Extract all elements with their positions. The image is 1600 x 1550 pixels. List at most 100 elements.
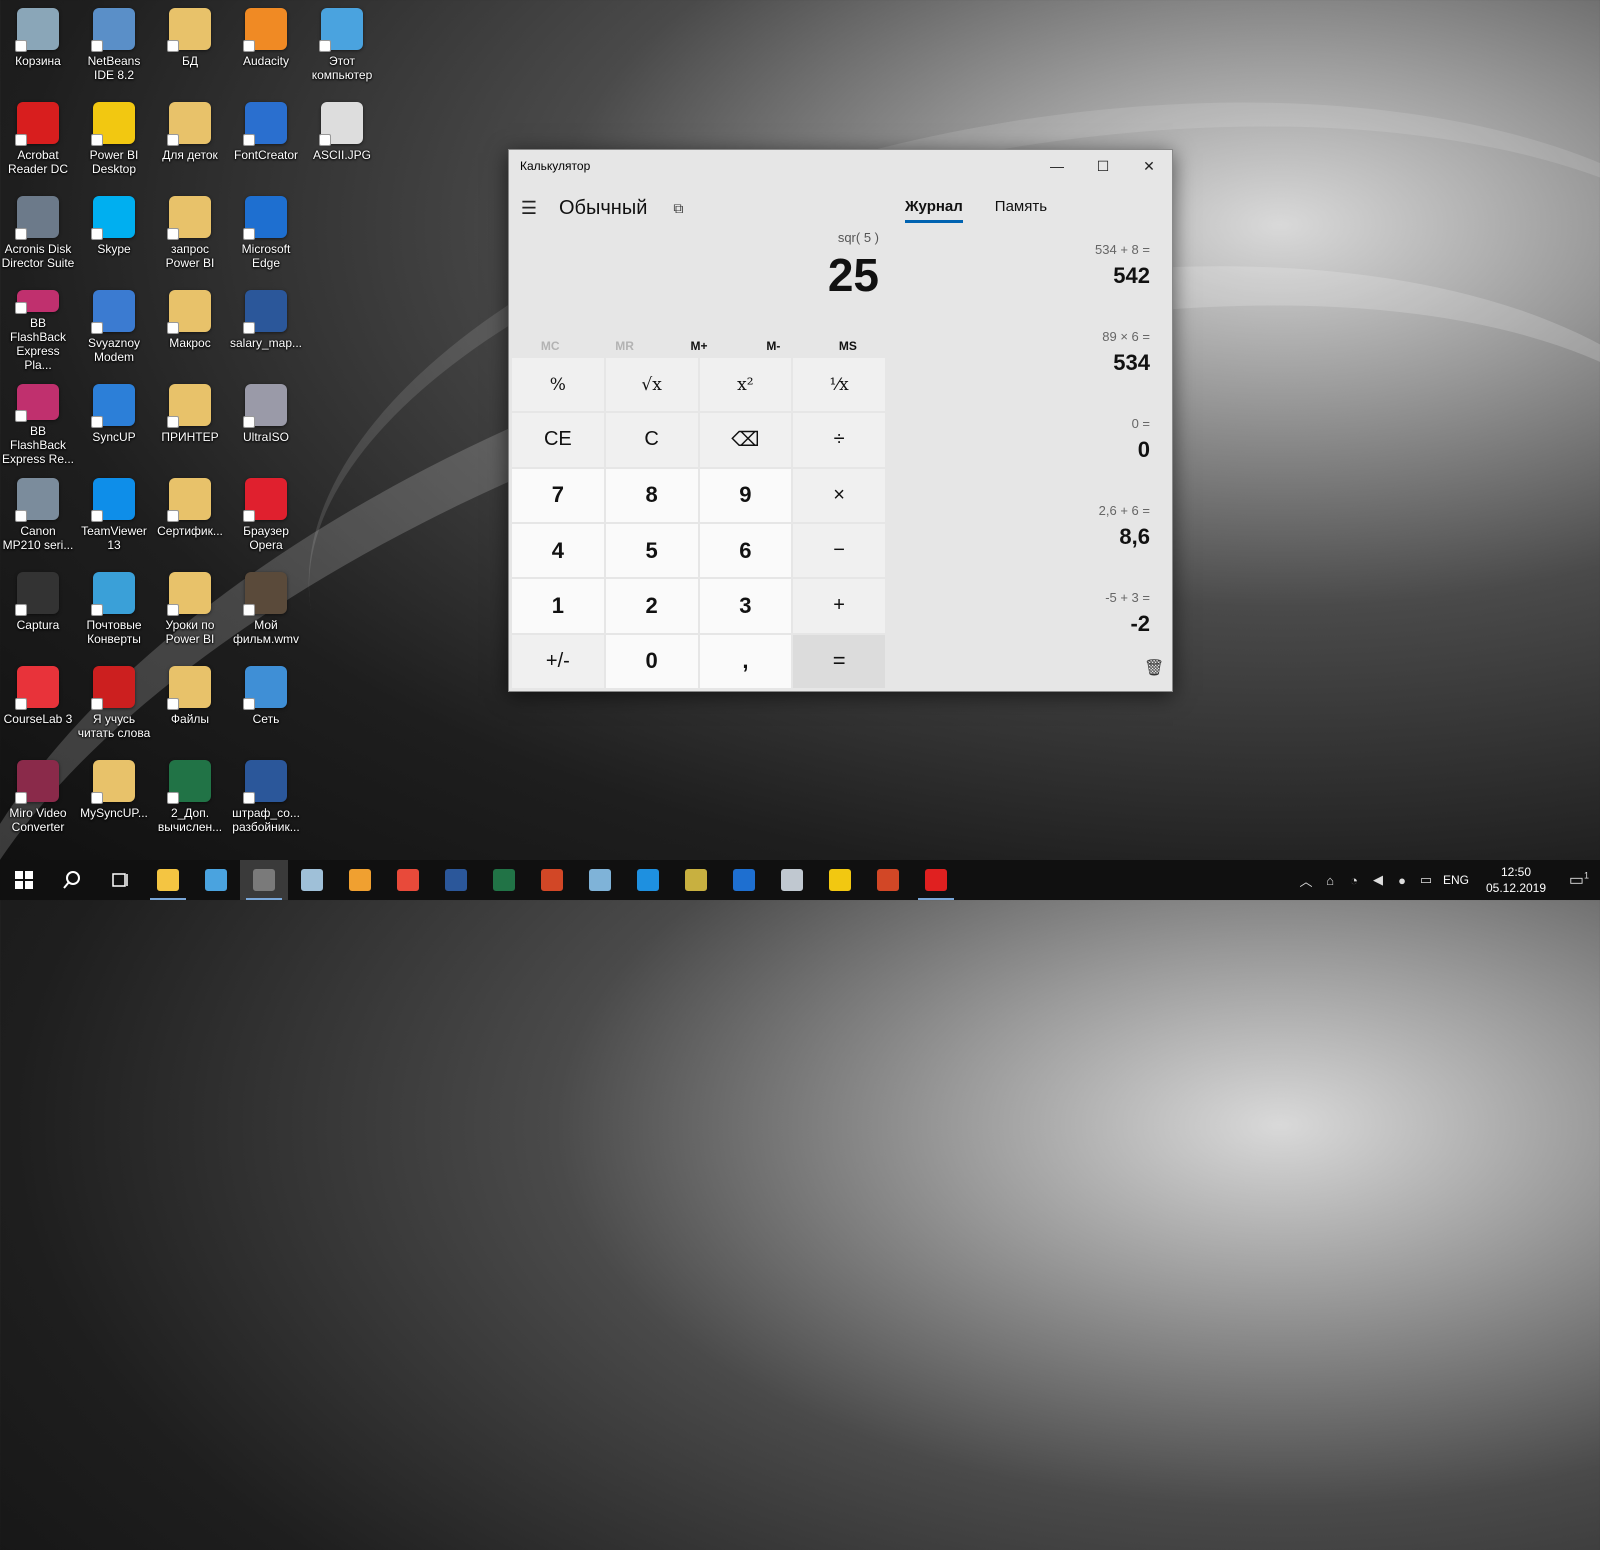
menu-icon[interactable]: ☰ bbox=[509, 198, 549, 219]
desktop-icon[interactable]: NetBeans IDE 8.2 bbox=[77, 2, 151, 90]
add-key[interactable]: + bbox=[793, 579, 885, 633]
desktop-icon[interactable]: Microsoft Edge bbox=[229, 190, 303, 278]
divide-key[interactable]: ÷ bbox=[793, 413, 885, 467]
digit-6-key[interactable]: 6 bbox=[699, 523, 792, 578]
desktop-icon[interactable]: BB FlashBack Express Re... bbox=[1, 378, 75, 466]
search-button[interactable] bbox=[48, 860, 96, 900]
decimal-key[interactable]: , bbox=[699, 634, 792, 688]
taskbar-app-button[interactable] bbox=[144, 860, 192, 900]
desktop-icon[interactable]: ASCII.JPG bbox=[305, 96, 379, 184]
desktop-icon[interactable]: MySyncUP... bbox=[77, 754, 151, 842]
desktop-icon[interactable]: Браузер Opera bbox=[229, 472, 303, 560]
taskbar-app-button[interactable] bbox=[720, 860, 768, 900]
desktop-icon[interactable]: Файлы bbox=[153, 660, 227, 748]
subtract-key[interactable]: − bbox=[793, 523, 885, 578]
history-item[interactable]: 0 = 0 bbox=[905, 416, 1150, 503]
desktop-icon[interactable]: Audacity bbox=[229, 2, 303, 90]
tab-history[interactable]: Журнал bbox=[905, 198, 963, 223]
clock[interactable]: 12:50 05.12.2019 bbox=[1474, 864, 1558, 896]
desktop-icon[interactable]: Сеть bbox=[229, 660, 303, 748]
reciprocal-key[interactable]: ¹⁄x bbox=[793, 358, 885, 412]
connector-icon[interactable]: ⌂ bbox=[1318, 873, 1342, 888]
desktop-icon[interactable]: Уроки по Power BI bbox=[153, 566, 227, 654]
desktop-icon[interactable]: Captura bbox=[1, 566, 75, 654]
desktop-icon[interactable]: TeamViewer 13 bbox=[77, 472, 151, 560]
desktop-icon[interactable]: БД bbox=[153, 2, 227, 90]
taskbar-app-button[interactable] bbox=[912, 860, 960, 900]
taskbar-app-button[interactable] bbox=[432, 860, 480, 900]
taskbar-app-button[interactable] bbox=[576, 860, 624, 900]
desktop-icon[interactable]: FontCreator bbox=[229, 96, 303, 184]
history-item[interactable]: 89 × 6 = 534 bbox=[905, 329, 1150, 416]
taskbar-app-button[interactable] bbox=[864, 860, 912, 900]
desktop-icon[interactable]: Svyaznoy Modem bbox=[77, 284, 151, 372]
title-bar[interactable]: Калькулятор — ☐ ✕ bbox=[509, 150, 1172, 182]
clear-key[interactable]: C bbox=[605, 413, 698, 467]
taskbar-app-button[interactable] bbox=[384, 860, 432, 900]
digit-4-key[interactable]: 4 bbox=[512, 523, 604, 578]
start-button[interactable] bbox=[0, 860, 48, 900]
clear-entry-key[interactable]: CE bbox=[512, 413, 604, 467]
desktop-icon[interactable]: Acrobat Reader DC bbox=[1, 96, 75, 184]
desktop-icon[interactable]: Я учусь читать слова bbox=[77, 660, 151, 748]
memory-mminus-button[interactable]: M- bbox=[736, 332, 810, 360]
desktop-icon[interactable]: Корзина bbox=[1, 2, 75, 90]
skype-tray-icon[interactable]: ● bbox=[1390, 873, 1414, 888]
desktop-icon[interactable]: Canon MP210 seri... bbox=[1, 472, 75, 560]
language-indicator[interactable]: ENG bbox=[1438, 873, 1474, 887]
digit-9-key[interactable]: 9 bbox=[699, 468, 792, 522]
taskbar-app-button[interactable] bbox=[240, 860, 288, 900]
trash-icon[interactable]: 🗑 bbox=[1144, 658, 1164, 678]
desktop-icon[interactable]: CourseLab 3 bbox=[1, 660, 75, 748]
square-key[interactable]: x² bbox=[699, 358, 792, 412]
digit-1-key[interactable]: 1 bbox=[512, 579, 604, 633]
desktop-icon[interactable]: Почтовые Конверты bbox=[77, 566, 151, 654]
desktop-icon[interactable]: Skype bbox=[77, 190, 151, 278]
equals-key[interactable]: = bbox=[793, 634, 885, 688]
desktop-icon[interactable]: Miro Video Converter bbox=[1, 754, 75, 842]
tab-memory[interactable]: Память bbox=[995, 198, 1047, 223]
maximize-button[interactable]: ☐ bbox=[1080, 150, 1126, 182]
taskbar-app-button[interactable] bbox=[288, 860, 336, 900]
history-item[interactable]: 2,6 + 6 = 8,6 bbox=[905, 503, 1150, 590]
keep-on-top-icon[interactable]: ⧉ bbox=[673, 200, 683, 217]
digit-8-key[interactable]: 8 bbox=[605, 468, 698, 522]
desktop-icon[interactable]: Для деток bbox=[153, 96, 227, 184]
desktop-icon[interactable]: UltraISO bbox=[229, 378, 303, 466]
task-view-button[interactable] bbox=[96, 860, 144, 900]
history-item[interactable]: 534 + 8 = 542 bbox=[905, 242, 1150, 329]
digit-5-key[interactable]: 5 bbox=[605, 523, 698, 578]
desktop-icon[interactable]: Этот компьютер bbox=[305, 2, 379, 90]
desktop-icon[interactable]: Power BI Desktop bbox=[77, 96, 151, 184]
memory-ms-button[interactable]: MS bbox=[811, 332, 885, 360]
desktop-icon[interactable]: штраф_со... разбойник... bbox=[229, 754, 303, 842]
percent-key[interactable]: % bbox=[512, 358, 604, 412]
taskbar-app-button[interactable] bbox=[768, 860, 816, 900]
minimize-button[interactable]: — bbox=[1034, 150, 1080, 182]
taskbar-app-button[interactable] bbox=[192, 860, 240, 900]
digit-3-key[interactable]: 3 bbox=[699, 579, 792, 633]
desktop-icon[interactable]: Сертифик... bbox=[153, 472, 227, 560]
taskbar-app-button[interactable] bbox=[480, 860, 528, 900]
desktop-icon[interactable]: Acronis Disk Director Suite bbox=[1, 190, 75, 278]
volume-icon[interactable]: ◀ bbox=[1366, 872, 1390, 888]
keyboard-icon[interactable]: ▭ bbox=[1414, 872, 1438, 888]
desktop-icon[interactable]: ПРИНТЕР bbox=[153, 378, 227, 466]
taskbar-app-button[interactable] bbox=[672, 860, 720, 900]
taskbar-app-button[interactable] bbox=[528, 860, 576, 900]
desktop-icon[interactable]: 2_Доп. вычислен... bbox=[153, 754, 227, 842]
taskbar-app-button[interactable] bbox=[816, 860, 864, 900]
wifi-icon[interactable]: ◔ bbox=[1342, 873, 1366, 888]
desktop-icon[interactable]: Мой фильм.wmv bbox=[229, 566, 303, 654]
close-button[interactable]: ✕ bbox=[1126, 150, 1172, 182]
multiply-key[interactable]: × bbox=[793, 468, 885, 522]
digit-7-key[interactable]: 7 bbox=[512, 468, 604, 522]
taskbar-app-button[interactable] bbox=[624, 860, 672, 900]
desktop-icon[interactable]: запрос Power BI bbox=[153, 190, 227, 278]
chevron-up-icon[interactable]: ︿ bbox=[1294, 871, 1318, 890]
desktop-icon[interactable]: SyncUP bbox=[77, 378, 151, 466]
desktop-icon[interactable]: salary_map... bbox=[229, 284, 303, 372]
notification-center-button[interactable]: ▭1 bbox=[1558, 870, 1600, 890]
digit-2-key[interactable]: 2 bbox=[605, 579, 698, 633]
backspace-key[interactable]: ⌫ bbox=[699, 413, 792, 467]
